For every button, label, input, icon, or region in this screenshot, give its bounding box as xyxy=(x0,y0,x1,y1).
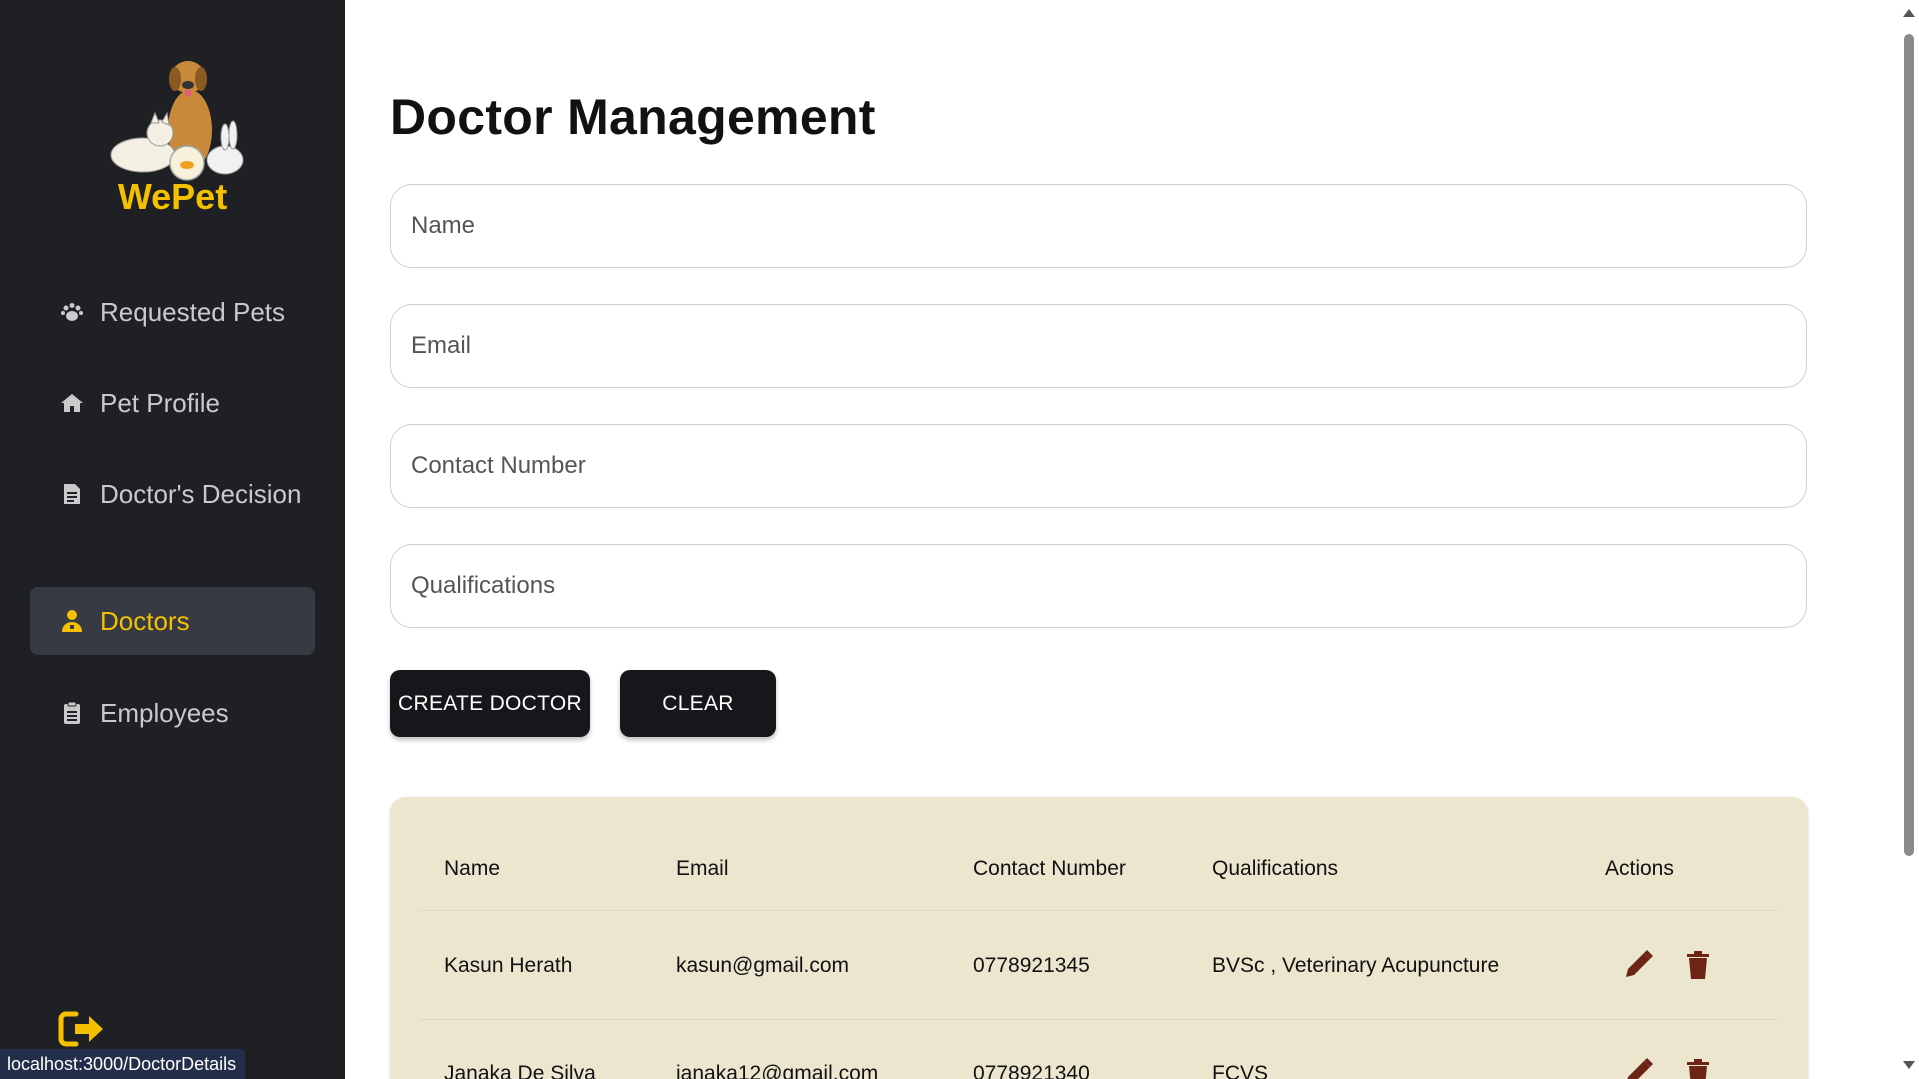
sidebar-item-label: Doctor's Decision xyxy=(100,479,302,509)
status-url: localhost:3000/DoctorDetails xyxy=(0,1049,245,1079)
name-input[interactable] xyxy=(391,185,1806,267)
cell-qualifications: FCVS xyxy=(1212,1062,1269,1079)
email-input[interactable] xyxy=(391,305,1806,387)
column-header-actions: Actions xyxy=(1605,857,1674,880)
document-icon xyxy=(60,475,84,513)
edit-icon xyxy=(1626,950,1653,977)
contact-number-input[interactable] xyxy=(391,425,1806,507)
paw-icon xyxy=(60,293,84,331)
column-header-qualifications: Qualifications xyxy=(1212,857,1339,880)
edit-icon xyxy=(1627,1058,1653,1079)
clipboard-icon xyxy=(60,694,84,732)
delete-button[interactable] xyxy=(1682,1057,1714,1079)
logout-button[interactable] xyxy=(58,1010,106,1048)
page-title: Doctor Management xyxy=(390,89,876,145)
edit-button[interactable] xyxy=(1622,1057,1654,1079)
column-header-name: Name xyxy=(444,857,501,880)
divider xyxy=(420,910,1778,911)
sidebar-item-label: Doctors xyxy=(100,606,190,636)
page-scrollbar[interactable] xyxy=(1899,0,1919,1079)
divider xyxy=(420,1019,1778,1020)
cell-contact: 0778921345 xyxy=(973,954,1090,977)
qualifications-input[interactable] xyxy=(391,545,1806,627)
sidebar-item-label: Requested Pets xyxy=(100,297,286,327)
sidebar: WePet Requested Pets Pet Profile Doctor'… xyxy=(0,0,345,1079)
cell-contact: 0778921340 xyxy=(973,1062,1090,1079)
sidebar-item-label: Pet Profile xyxy=(100,388,220,418)
email-field[interactable] xyxy=(390,304,1807,388)
contact-number-field[interactable] xyxy=(390,424,1807,508)
qualifications-field[interactable] xyxy=(390,544,1807,628)
trash-icon xyxy=(1687,951,1709,979)
cell-qualifications: BVSc , Veterinary Acupuncture xyxy=(1212,954,1500,977)
delete-button[interactable] xyxy=(1682,949,1714,981)
sidebar-item-label: Employees xyxy=(100,698,229,728)
edit-button[interactable] xyxy=(1622,949,1654,981)
home-icon xyxy=(60,384,84,422)
scroll-up-icon[interactable] xyxy=(1902,6,1916,20)
cell-email: kasun@gmail.com xyxy=(676,954,850,977)
name-field[interactable] xyxy=(390,184,1807,268)
doctors-table: Name Email Contact Number Qualifications… xyxy=(390,797,1808,1079)
logout-icon xyxy=(58,1011,103,1047)
brand-name: WePet xyxy=(117,176,228,217)
sidebar-item-doctors[interactable]: Doctors xyxy=(30,587,315,655)
pets-illustration-icon xyxy=(110,61,244,181)
cell-name: Kasun Herath xyxy=(444,954,573,977)
trash-icon xyxy=(1687,1059,1709,1079)
clear-button[interactable]: CLEAR xyxy=(620,670,776,737)
column-header-email: Email xyxy=(676,857,729,880)
scroll-down-icon[interactable] xyxy=(1902,1058,1916,1072)
sidebar-item-pet-profile[interactable]: Pet Profile xyxy=(30,384,315,422)
sidebar-item-doctors-decision[interactable]: Doctor's Decision xyxy=(30,475,315,513)
cell-name: Janaka De Silva xyxy=(444,1062,596,1079)
scrollbar-thumb[interactable] xyxy=(1904,34,1914,856)
sidebar-item-employees[interactable]: Employees xyxy=(30,694,315,732)
sidebar-item-requested-pets[interactable]: Requested Pets xyxy=(30,293,315,331)
doctor-icon xyxy=(60,587,84,655)
create-doctor-button[interactable]: CREATE DOCTOR xyxy=(390,670,590,737)
cell-email: janaka12@gmail.com xyxy=(676,1062,879,1079)
column-header-contact: Contact Number xyxy=(973,857,1126,880)
